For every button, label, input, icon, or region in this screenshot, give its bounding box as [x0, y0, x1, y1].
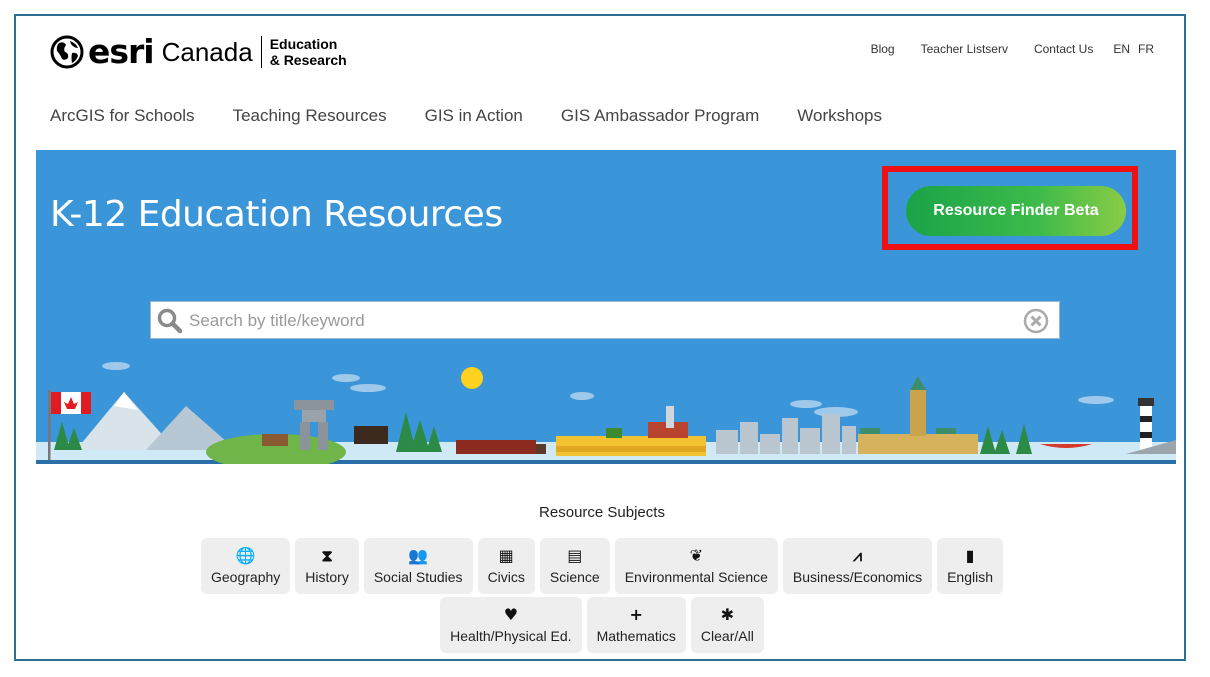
users-icon: 👥	[408, 546, 429, 565]
subject-science[interactable]: ▤ Science	[539, 538, 610, 594]
asterisk-icon: ✱	[720, 605, 735, 624]
esri-canada-logo[interactable]: esri Canada Education & Research	[50, 32, 347, 72]
logo-unit-line1: Education	[269, 36, 338, 52]
nav-arcgis-for-schools[interactable]: ArcGIS for Schools	[50, 106, 195, 126]
subject-label: Civics	[487, 569, 525, 585]
subjects-row-1: 🌐 Geography ⧗ History 👥 Social Studies ▦ Civ…	[16, 538, 1184, 594]
logo-unit: Education & Research	[270, 36, 347, 68]
search-input[interactable]	[187, 306, 1011, 336]
logo-country: Canada	[161, 37, 253, 67]
lang-en-link[interactable]: EN	[1113, 42, 1130, 56]
subject-geography[interactable]: 🌐 Geography	[201, 538, 291, 594]
file-icon: ▮	[965, 546, 975, 565]
search-bar	[150, 301, 1060, 339]
hourglass-icon: ⧗	[321, 546, 333, 565]
book-icon: ▤	[567, 546, 583, 565]
subject-label: Mathematics	[596, 628, 676, 644]
contact-us-link[interactable]: Contact Us	[1034, 42, 1093, 56]
teacher-listserv-link[interactable]: Teacher Listserv	[921, 42, 1008, 56]
subject-history[interactable]: ⧗ History	[295, 538, 359, 594]
lang-fr-link[interactable]: FR	[1138, 42, 1154, 56]
subject-business-economics[interactable]: ⩘ Business/Economics	[782, 538, 933, 594]
subjects-row-2: ♥ Health/Physical Ed. + Mathematics ✱ Clear…	[16, 597, 1184, 653]
subject-label: Health/Physical Ed.	[450, 628, 572, 644]
clear-search-icon[interactable]	[1023, 308, 1049, 334]
subject-label: Science	[549, 569, 600, 585]
subject-label: Environmental Science	[624, 569, 768, 585]
search-icon[interactable]	[157, 308, 183, 334]
chart-icon: ⩘	[852, 546, 862, 565]
blog-link[interactable]: Blog	[871, 42, 895, 56]
subject-mathematics[interactable]: + Mathematics	[586, 597, 686, 653]
logo-brand: esri	[88, 32, 155, 71]
heartbeat-icon: ♥	[503, 605, 519, 624]
resource-subjects-heading: Resource Subjects	[539, 504, 665, 521]
globe-logo-icon	[50, 35, 84, 69]
nav-gis-in-action[interactable]: GIS in Action	[425, 106, 523, 126]
subject-label: Business/Economics	[792, 569, 923, 585]
page-frame: esri Canada Education & Research Blog Te…	[14, 14, 1186, 661]
leaf-icon: ❦	[689, 546, 704, 565]
globe-icon: 🌐	[235, 546, 256, 565]
resource-finder-button[interactable]: Resource Finder Beta	[906, 186, 1126, 236]
main-nav: ArcGIS for Schools Teaching Resources GI…	[50, 106, 920, 126]
canada-landscape-illustration	[36, 362, 1176, 464]
logo-divider	[260, 36, 262, 68]
subject-label: Clear/All	[700, 628, 754, 644]
subject-environmental-science[interactable]: ❦ Environmental Science	[614, 538, 778, 594]
building-icon: ▦	[498, 546, 514, 565]
subject-english[interactable]: ▮ English	[937, 538, 1003, 594]
hero-banner: K-12 Education Resources Resource Finder…	[36, 150, 1176, 464]
nav-teaching-resources[interactable]: Teaching Resources	[233, 106, 387, 126]
page-title: K-12 Education Resources	[50, 194, 503, 235]
subject-label: English	[947, 569, 993, 585]
utility-nav: Blog Teacher Listserv Contact Us EN FR	[845, 42, 1154, 56]
nav-gis-ambassador-program[interactable]: GIS Ambassador Program	[561, 106, 759, 126]
subject-health-physical-ed[interactable]: ♥ Health/Physical Ed.	[440, 597, 582, 653]
subject-civics[interactable]: ▦ Civics	[477, 538, 535, 594]
subject-label: Geography	[211, 569, 281, 585]
subject-label: History	[305, 569, 349, 585]
subject-label: Social Studies	[373, 569, 463, 585]
logo-unit-line2: & Research	[269, 52, 347, 68]
subject-clear-all[interactable]: ✱ Clear/All	[690, 597, 764, 653]
plus-icon: +	[629, 605, 643, 624]
subject-social-studies[interactable]: 👥 Social Studies	[363, 538, 473, 594]
nav-workshops[interactable]: Workshops	[797, 106, 882, 126]
